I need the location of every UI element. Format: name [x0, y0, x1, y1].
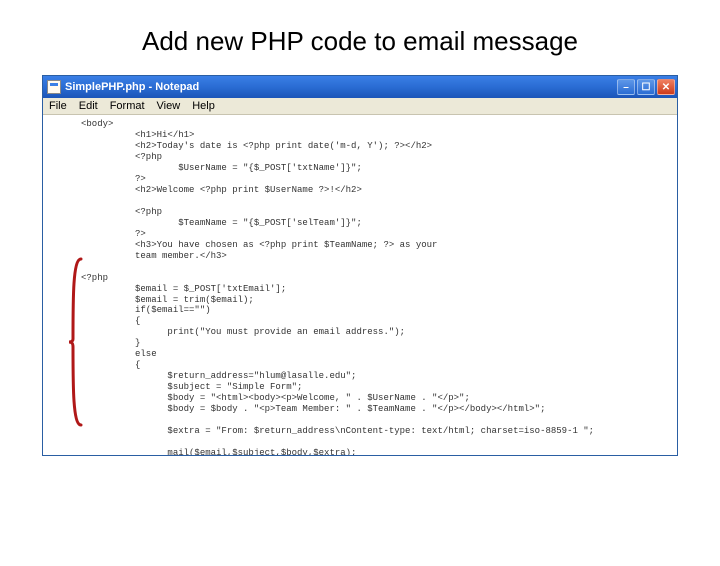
- brace-annotation-icon: [67, 257, 87, 427]
- maximize-button[interactable]: ☐: [637, 79, 655, 95]
- slide-title: Add new PHP code to email message: [0, 26, 720, 57]
- window-controls: – ☐ ✕: [617, 79, 675, 95]
- editor-area[interactable]: <body> <h1>Hi</h1> <h2>Today's date is <…: [43, 115, 677, 455]
- titlebar: SimplePHP.php - Notepad – ☐ ✕: [43, 76, 677, 98]
- close-button[interactable]: ✕: [657, 79, 675, 95]
- notepad-window: SimplePHP.php - Notepad – ☐ ✕ File Edit …: [42, 75, 678, 456]
- menubar: File Edit Format View Help: [43, 98, 677, 115]
- minimize-button[interactable]: –: [617, 79, 635, 95]
- menu-file[interactable]: File: [49, 100, 67, 112]
- menu-view[interactable]: View: [157, 100, 181, 112]
- code-content[interactable]: <body> <h1>Hi</h1> <h2>Today's date is <…: [43, 115, 677, 455]
- menu-edit[interactable]: Edit: [79, 100, 98, 112]
- menu-format[interactable]: Format: [110, 100, 145, 112]
- menu-help[interactable]: Help: [192, 100, 215, 112]
- notepad-icon: [47, 80, 61, 94]
- window-title: SimplePHP.php - Notepad: [65, 81, 617, 93]
